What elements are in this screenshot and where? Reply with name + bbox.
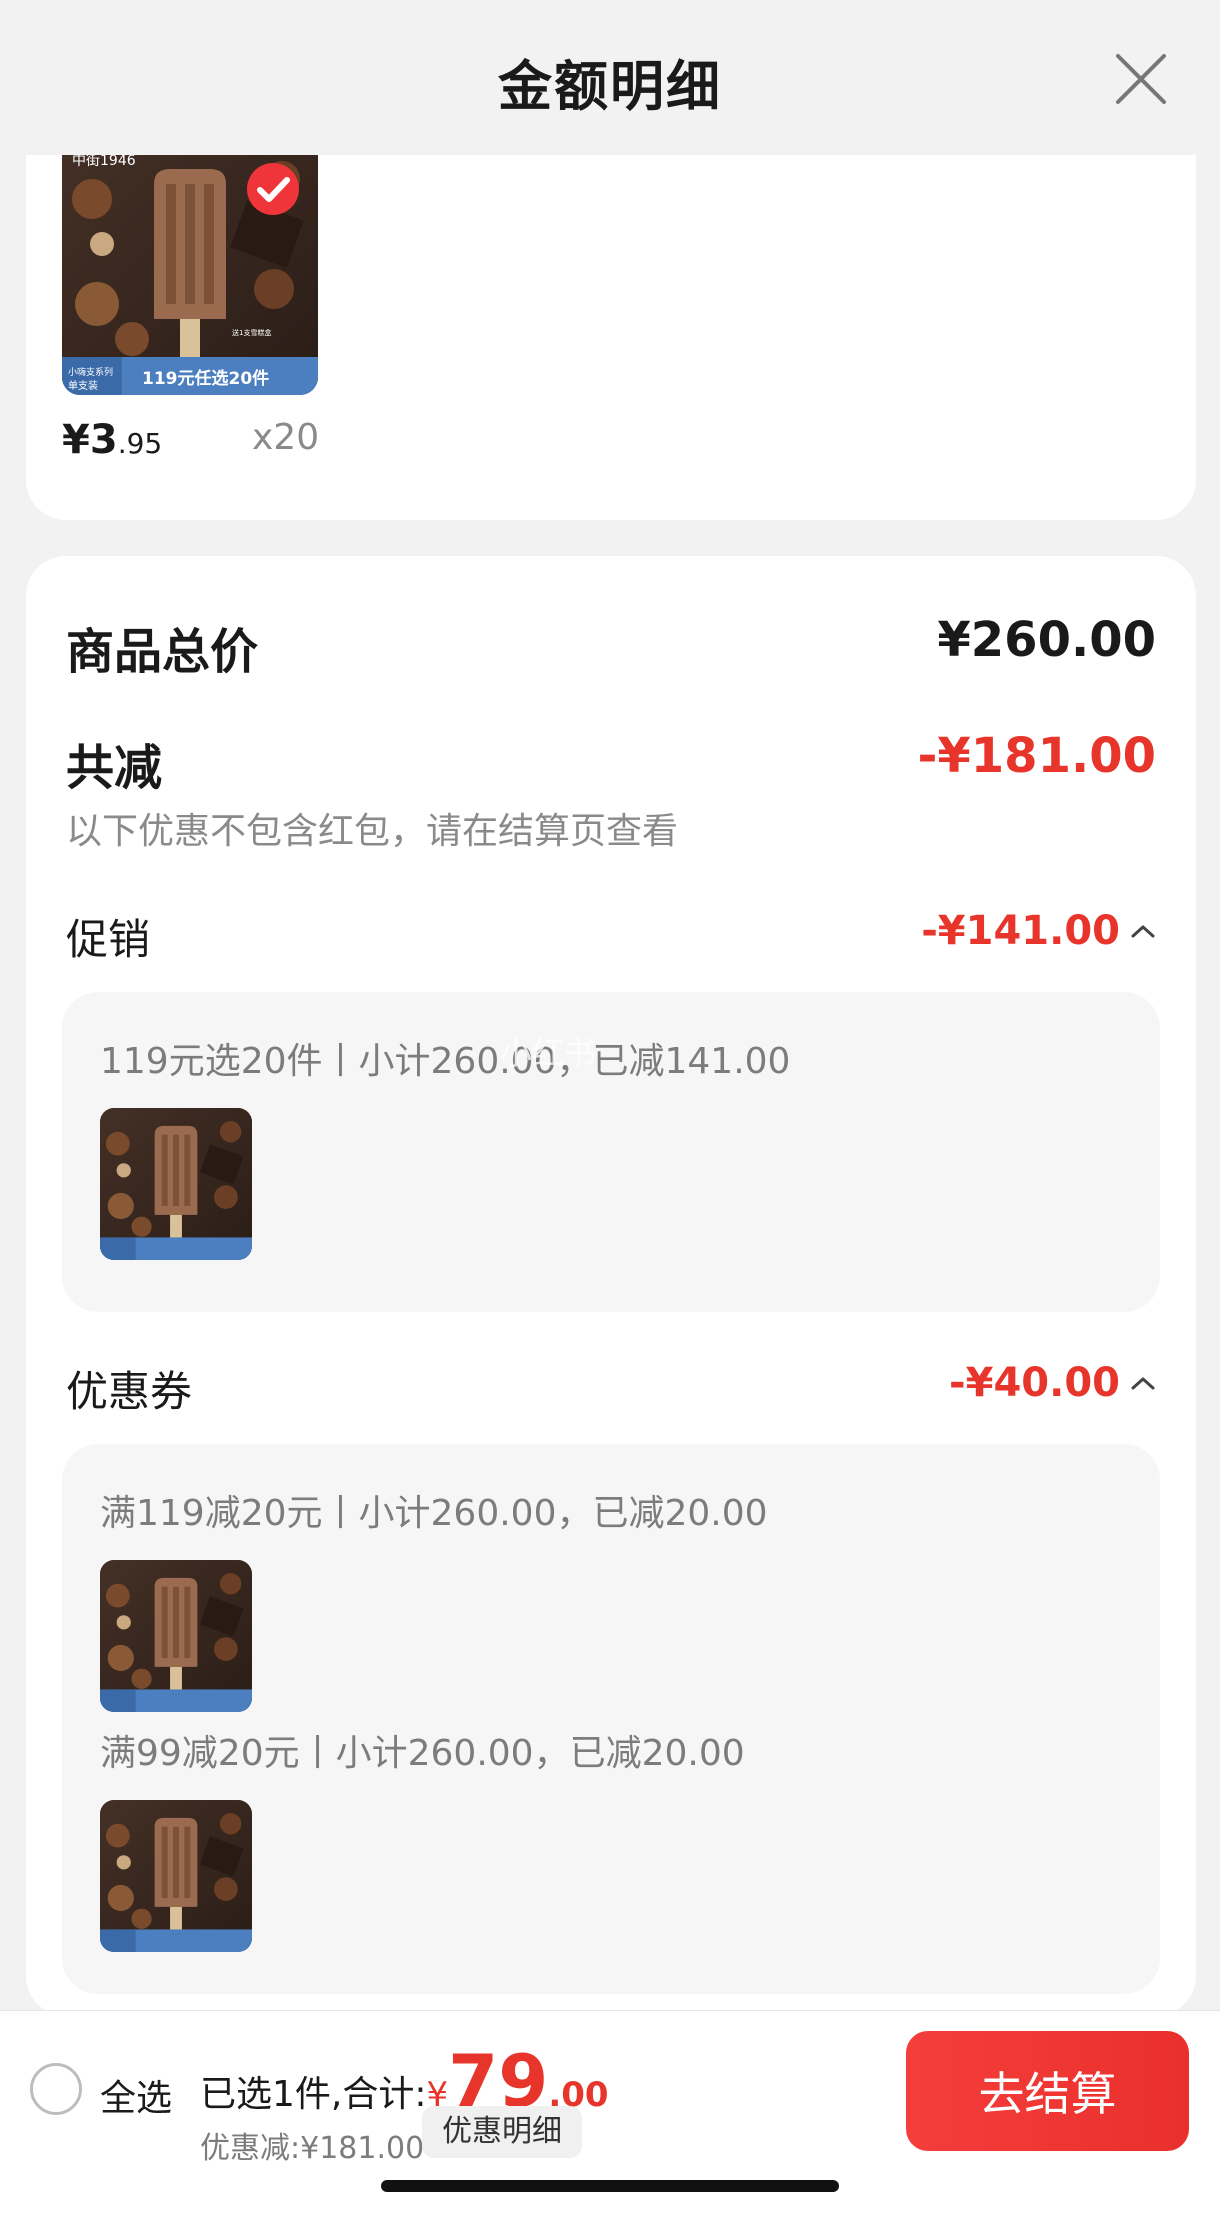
- price-currency: ¥: [62, 417, 90, 463]
- reduce-note: 以下优惠不包含红包，请在结算页查看: [66, 811, 679, 852]
- promotion-line: 119元选20件丨小计260.00，已减141.00: [100, 1041, 791, 1082]
- selected-text: 已选1件,合计:: [200, 2074, 427, 2115]
- home-indicator: [381, 2180, 839, 2192]
- total-value: ¥260.00: [937, 612, 1156, 668]
- promotion-toggle[interactable]: -¥141.00: [921, 908, 1156, 954]
- coupon-line-2: 满99减20元丨小计260.00，已减20.00: [100, 1733, 745, 1774]
- product-tag-small-1: 小嗨支系列: [68, 366, 113, 378]
- check-icon[interactable]: [246, 162, 300, 216]
- promotion-product-thumb[interactable]: [100, 1108, 252, 1260]
- modal-title: 金额明细: [498, 55, 722, 118]
- discount-summary: 优惠减:¥181.00: [200, 2131, 425, 2166]
- coupon-product-thumb-1[interactable]: [100, 1560, 252, 1712]
- product-card: 中街1946 小嗨支系列 单支装 119元任选20件 送1支雪糕盒 ¥3.95 …: [26, 155, 1196, 520]
- coupon-toggle[interactable]: -¥40.00: [949, 1360, 1156, 1406]
- coupon-line-1: 满119减20元丨小计260.00，已减20.00: [100, 1493, 768, 1534]
- select-all-label[interactable]: 全选: [100, 2069, 172, 2121]
- amount-detail-card: 商品总价 ¥260.00 共减 -¥181.00 以下优惠不包含红包，请在结算页…: [26, 556, 1196, 2016]
- product-quantity: x20: [252, 417, 320, 458]
- watermark: 小红书: [500, 1034, 597, 1072]
- price-decimal: .95: [117, 427, 163, 460]
- promotion-label: 促销: [66, 915, 151, 964]
- product-tag-small-2: 单支装: [68, 379, 98, 392]
- product-brand-text: 中街1946: [72, 155, 136, 169]
- reduce-label: 共减: [66, 740, 163, 796]
- product-side-note: 送1支雪糕盒: [232, 328, 271, 337]
- coupon-label: 优惠券: [66, 1367, 193, 1416]
- coupon-product-thumb-2[interactable]: [100, 1800, 252, 1952]
- select-all-radio[interactable]: [30, 2063, 82, 2115]
- price-integer: 3: [89, 417, 118, 463]
- reduce-value: -¥181.00: [917, 728, 1156, 784]
- coupon-value: -¥40.00: [949, 1360, 1120, 1406]
- chevron-up-icon: [1131, 1377, 1155, 1390]
- product-price: ¥3.95: [62, 417, 162, 463]
- promotion-value: -¥141.00: [921, 908, 1120, 954]
- discount-detail-button[interactable]: 优惠明细: [422, 2106, 582, 2158]
- modal-header: 金额明细: [0, 0, 1220, 155]
- product-promo-text: 119元任选20件: [142, 368, 269, 389]
- chevron-up-icon: [1131, 925, 1155, 938]
- promotion-panel: 119元选20件丨小计260.00，已减141.00: [62, 992, 1160, 1312]
- total-label: 商品总价: [66, 624, 259, 680]
- close-icon[interactable]: [1112, 50, 1170, 108]
- coupon-panel: 满119减20元丨小计260.00，已减20.00 满99减20元丨小计260.…: [62, 1444, 1160, 1994]
- checkout-button[interactable]: 去结算: [906, 2031, 1189, 2151]
